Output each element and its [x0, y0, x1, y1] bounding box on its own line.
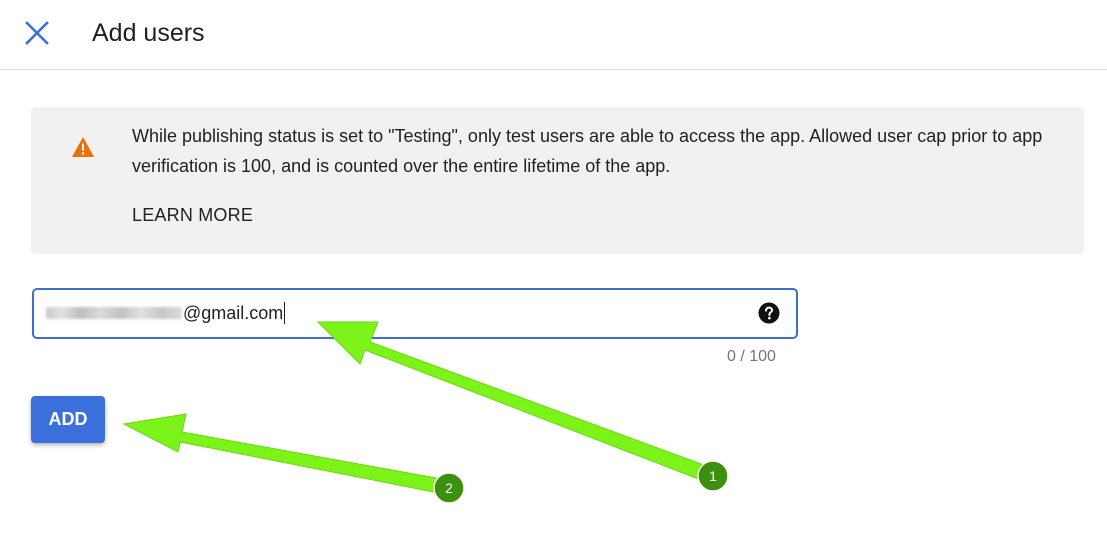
- annotation-arrow-2: [122, 413, 448, 495]
- testing-info-banner: While publishing status is set to "Testi…: [31, 107, 1084, 254]
- annotation-badge-1-label: 1: [709, 468, 717, 484]
- page-title: Add users: [92, 19, 205, 47]
- email-input-value: @gmail.com: [46, 290, 286, 336]
- annotation-badge-2-label: 2: [445, 480, 453, 496]
- learn-more-link[interactable]: LEARN MORE: [132, 203, 253, 227]
- email-input[interactable]: @gmail.com: [32, 288, 798, 339]
- close-button[interactable]: [20, 16, 54, 50]
- add-button[interactable]: ADD: [31, 396, 105, 443]
- banner-message: While publishing status is set to "Testi…: [132, 126, 1043, 176]
- redacted-username: [46, 306, 182, 319]
- close-icon: [25, 21, 49, 45]
- annotation-arrow-1: [316, 321, 713, 483]
- annotation-badge-2: 2: [433, 472, 465, 504]
- warning-icon: [72, 137, 94, 157]
- help-circle-icon[interactable]: [758, 302, 780, 324]
- dialog-header: Add users: [0, 0, 1107, 70]
- annotation-overlay: 1 2: [122, 321, 729, 504]
- character-counter: 0 / 100: [727, 348, 776, 365]
- text-caret: [284, 301, 286, 324]
- add-users-dialog: Add users While publishing status is set…: [0, 0, 1107, 535]
- annotation-badge-1: 1: [697, 460, 729, 492]
- email-domain-text: @gmail.com: [183, 303, 284, 323]
